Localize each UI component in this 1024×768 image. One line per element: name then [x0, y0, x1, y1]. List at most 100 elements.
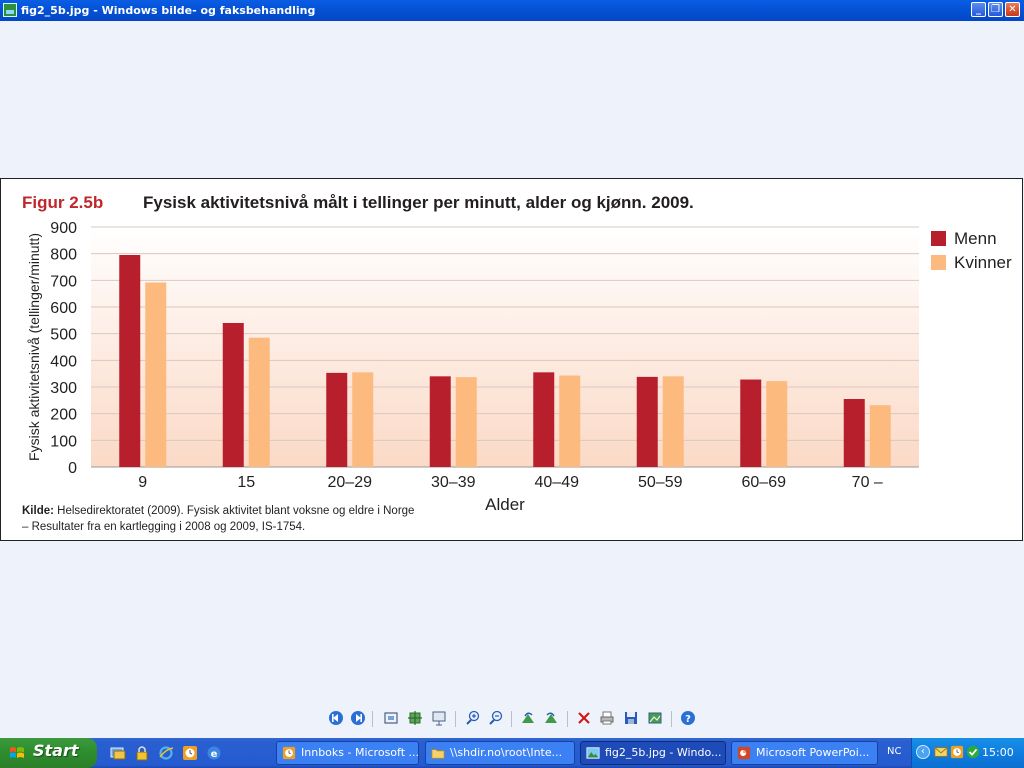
show-hidden-icons-chevron-icon[interactable]: ‹: [916, 745, 930, 759]
internet-explorer-icon[interactable]: [158, 745, 174, 761]
zoom-out-icon[interactable]: [488, 710, 504, 726]
taskbar-item-label: \\shdir.no\root\Inte...: [450, 746, 563, 759]
restore-button[interactable]: ❐: [988, 2, 1003, 17]
bar-kvinner: [248, 337, 270, 467]
browser-icon[interactable]: e: [206, 745, 222, 761]
minimize-button[interactable]: _: [971, 2, 986, 17]
taskbar-item-label: Innboks - Microsoft ...: [301, 746, 420, 759]
bar-menn: [740, 379, 762, 467]
reminder-clock-icon[interactable]: [950, 745, 964, 759]
start-button[interactable]: Start: [0, 738, 97, 768]
y-tick-label: 100: [50, 433, 77, 450]
image-viewer-area: Figur 2.5b Fysisk aktivitetsnivå målt i …: [0, 21, 1024, 737]
legend-label: Menn: [954, 229, 997, 248]
rotate-clockwise-icon[interactable]: [520, 710, 536, 726]
source-text-line1: Helsedirektoratet (2009). Fysisk aktivit…: [53, 505, 415, 517]
svg-text:?: ?: [685, 714, 691, 725]
taskbar-item-outlook[interactable]: Innboks - Microsoft ...: [276, 741, 419, 765]
bar-kvinner: [145, 282, 167, 467]
x-tick-label: 9: [138, 474, 147, 491]
bar-menn: [222, 323, 244, 467]
taskbar-item-label: fig2_5b.jpg - Windo...: [605, 746, 722, 759]
edit-icon[interactable]: [647, 710, 663, 726]
x-tick-label: 50–59: [638, 474, 683, 491]
actual-size-icon[interactable]: [407, 710, 423, 726]
save-icon[interactable]: [623, 710, 639, 726]
y-tick-label: 500: [50, 327, 77, 344]
bar-kvinner: [662, 376, 684, 467]
print-icon[interactable]: [599, 710, 615, 726]
outlook-quicklaunch-icon[interactable]: [182, 745, 198, 761]
y-tick-label: 200: [50, 407, 77, 424]
toolbar-separator: [511, 711, 512, 727]
help-icon[interactable]: ?: [680, 710, 696, 726]
toolbar-separator: [567, 711, 568, 727]
taskbar-item-image-viewer[interactable]: fig2_5b.jpg - Windo...: [580, 741, 726, 765]
legend-swatch: [931, 255, 946, 270]
toolbar-separator: [455, 711, 456, 727]
bar-kvinner: [352, 372, 374, 467]
y-tick-label: 300: [50, 380, 77, 397]
folder-icon: [431, 749, 445, 759]
y-tick-label: 900: [50, 220, 77, 237]
figure-image: Figur 2.5b Fysisk aktivitetsnivå målt i …: [0, 178, 1023, 541]
system-tray: ‹ 15:00: [911, 738, 1024, 768]
x-tick-label: 40–49: [535, 474, 580, 491]
clock: 15:00: [982, 746, 1014, 759]
bar-menn: [326, 372, 348, 467]
window-titlebar[interactable]: fig2_5b.jpg - Windows bilde- og faksbeha…: [0, 0, 1024, 21]
best-fit-icon[interactable]: [383, 710, 399, 726]
bar-menn: [843, 399, 865, 467]
x-tick-label: 20–29: [328, 474, 373, 491]
image-viewer-app-icon[interactable]: [3, 3, 17, 17]
y-tick-label: 0: [68, 460, 77, 477]
rotate-counterclockwise-icon[interactable]: [543, 710, 559, 726]
legend-label: Kvinner: [954, 253, 1012, 272]
start-label: Start: [33, 741, 79, 760]
x-tick-label: 60–69: [742, 474, 787, 491]
y-tick-label: 700: [50, 273, 77, 290]
x-tick-label: 15: [237, 474, 255, 491]
y-axis-label: Fysisk aktivitetsnivå (tellinger/minutt): [26, 233, 42, 461]
y-tick-label: 800: [50, 247, 77, 264]
delete-icon[interactable]: [576, 710, 592, 726]
windows-logo-icon: [10, 747, 24, 758]
image-viewer-icon: [586, 747, 600, 759]
y-tick-label: 600: [50, 300, 77, 317]
source-label: Kilde:: [22, 505, 54, 517]
powerpoint-icon: [737, 746, 751, 760]
bar-menn: [119, 255, 141, 467]
legend-swatch: [931, 231, 946, 246]
close-button[interactable]: ✕: [1005, 2, 1020, 17]
taskbar-item-explorer[interactable]: \\shdir.no\root\Inte...: [425, 741, 575, 765]
bar-kvinner: [766, 381, 788, 467]
bar-chart: 0 100 200 300 400 500 600 700 800 900 9 15 20–29 30–3…: [26, 220, 1012, 514]
show-desktop-icon[interactable]: [110, 745, 126, 761]
window-title: fig2_5b.jpg - Windows bilde- og faksbeha…: [21, 4, 316, 17]
mail-notification-icon[interactable]: [934, 745, 948, 759]
plot-area: [91, 227, 919, 467]
x-tick-label: 30–39: [431, 474, 476, 491]
taskbar-item-powerpoint[interactable]: Microsoft PowerPoi...: [731, 741, 878, 765]
viewer-toolbar: ?: [325, 710, 705, 728]
figure-source: Kilde: Helsedirektoratet (2009). Fysisk …: [22, 503, 414, 535]
zoom-in-icon[interactable]: [465, 710, 481, 726]
bar-kvinner: [869, 405, 891, 467]
svg-text:e: e: [211, 749, 218, 760]
bar-kvinner: [559, 375, 581, 467]
x-tick-label: 70 –: [852, 474, 883, 491]
security-lock-icon[interactable]: [134, 745, 150, 761]
antivirus-status-icon[interactable]: [966, 745, 980, 759]
bar-kvinner: [455, 377, 477, 467]
toolbar-separator: [671, 711, 672, 727]
slideshow-icon[interactable]: [431, 710, 447, 726]
previous-image-icon[interactable]: [328, 710, 344, 726]
language-indicator[interactable]: NC: [887, 746, 901, 757]
bar-menn: [636, 376, 658, 467]
taskbar: Start e Innboks - Microsoft ... \\shdir.…: [0, 738, 1024, 768]
x-axis-label: Alder: [485, 495, 525, 514]
y-tick-label: 400: [50, 353, 77, 370]
bar-menn: [533, 372, 555, 467]
outlook-icon: [282, 746, 296, 760]
next-image-icon[interactable]: [350, 710, 366, 726]
